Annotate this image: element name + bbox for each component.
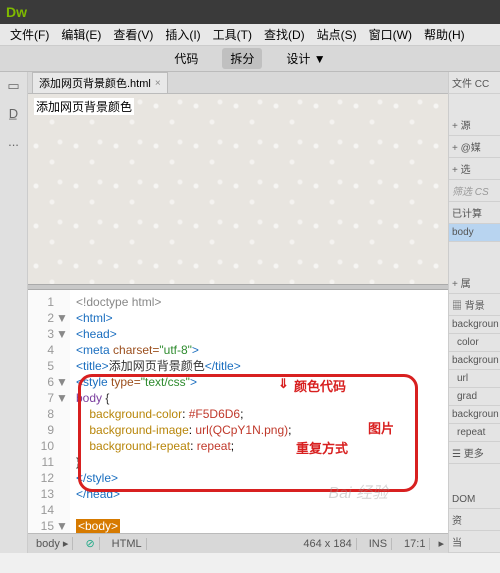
- status-insert-mode[interactable]: INS: [365, 538, 392, 550]
- panel-more[interactable]: ☰ 更多: [449, 442, 500, 464]
- panel-props-header[interactable]: 属: [449, 272, 500, 294]
- design-preview[interactable]: 添加网页背景颜色: [28, 94, 448, 284]
- panel-computed-label: 已计算: [449, 202, 500, 224]
- status-dimensions: 464 x 184: [299, 538, 356, 550]
- menu-window[interactable]: 窗口(W): [363, 26, 418, 43]
- view-switcher: 代码 拆分 设计 ▼: [0, 46, 500, 72]
- panel-prop-sub[interactable]: url: [449, 370, 500, 388]
- tab-label: 添加网页背景颜色.html: [39, 75, 151, 91]
- panel-row-selector[interactable]: 选: [449, 158, 500, 180]
- grid-icon: ▦: [452, 301, 462, 312]
- menubar: 文件(F) 编辑(E) 查看(V) 插入(I) 工具(T) 查找(D) 站点(S…: [0, 24, 500, 46]
- panel-row-source[interactable]: 源: [449, 114, 500, 136]
- panel-cur[interactable]: 当: [449, 531, 500, 553]
- left-toolbar: ▭ D̲ ...: [0, 72, 28, 553]
- tool-icon[interactable]: ▭: [5, 78, 23, 96]
- menu-help[interactable]: 帮助(H): [418, 26, 471, 43]
- menu-find[interactable]: 查找(D): [258, 26, 311, 43]
- status-sync-icon[interactable]: ⊘: [81, 537, 99, 550]
- status-bar: body ▸ ⊘ HTML 464 x 184 INS 17:1 ▸: [28, 533, 448, 553]
- menu-file[interactable]: 文件(F): [4, 26, 55, 43]
- menu-view[interactable]: 查看(V): [107, 26, 159, 43]
- document-tabs: 添加网页背景颜色.html ×: [28, 72, 448, 94]
- line-gutter: 12▼3▼456▼7▼89101112131415▼16171819: [28, 290, 70, 533]
- code-editor[interactable]: 12▼3▼456▼7▼89101112131415▼16171819 <!doc…: [28, 290, 448, 533]
- close-icon[interactable]: ×: [155, 78, 161, 89]
- code-content[interactable]: <!doctype html><html><head><meta charset…: [76, 290, 448, 533]
- panel-prop[interactable]: backgroun: [449, 316, 500, 334]
- document-tab[interactable]: 添加网页背景颜色.html ×: [32, 72, 168, 93]
- panel-prop-sub[interactable]: repeat: [449, 424, 500, 442]
- menu-site[interactable]: 站点(S): [311, 26, 363, 43]
- app-logo: Dw: [6, 4, 27, 20]
- preview-body-text: 添加网页背景颜色: [34, 98, 134, 115]
- view-design[interactable]: 设计 ▼: [278, 48, 333, 69]
- panel-prop[interactable]: backgroun: [449, 352, 500, 370]
- panel-prop[interactable]: backgroun: [449, 406, 500, 424]
- right-panel: 文件 CC 源 @媒 选 筛选 CS 已计算 body 属 ▦ 背景 backg…: [448, 72, 500, 553]
- panel-row-media[interactable]: @媒: [449, 136, 500, 158]
- menu-insert[interactable]: 插入(I): [159, 26, 206, 43]
- status-overflow-icon[interactable]: ▸: [438, 537, 444, 550]
- panel-tab-files[interactable]: 文件 CC: [449, 72, 500, 94]
- view-split[interactable]: 拆分: [222, 48, 262, 69]
- status-cursor-pos: 17:1: [400, 538, 430, 550]
- menu-edit[interactable]: 编辑(E): [55, 26, 107, 43]
- panel-selected-element[interactable]: body: [449, 224, 500, 242]
- tool-icon[interactable]: ...: [5, 134, 23, 152]
- tool-icon[interactable]: D̲: [5, 106, 23, 124]
- panel-filter-hint[interactable]: 筛选 CS: [449, 180, 500, 202]
- view-code[interactable]: 代码: [166, 48, 206, 69]
- status-path[interactable]: body ▸: [32, 537, 73, 550]
- status-lang[interactable]: HTML: [108, 538, 147, 550]
- panel-res[interactable]: 资: [449, 509, 500, 531]
- panel-prop-sub[interactable]: color: [449, 334, 500, 352]
- menu-tools[interactable]: 工具(T): [207, 26, 258, 43]
- panel-bg-section[interactable]: ▦ 背景: [449, 294, 500, 316]
- panel-dom[interactable]: DOM: [449, 491, 500, 509]
- panel-prop-sub[interactable]: grad: [449, 388, 500, 406]
- titlebar: Dw: [0, 0, 500, 24]
